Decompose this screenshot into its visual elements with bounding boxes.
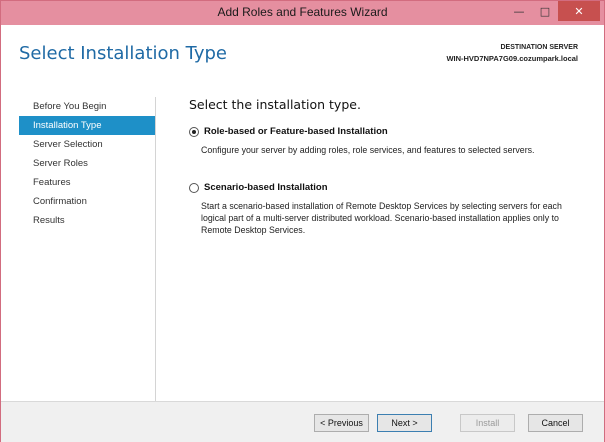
role-based-radio-label[interactable]: Role-based or Feature-based Installation [189, 126, 589, 137]
sidebar-item-server-selection[interactable]: Server Selection [19, 135, 155, 154]
sidebar-item-results[interactable]: Results [19, 211, 155, 230]
scenario-based-radio-label[interactable]: Scenario-based Installation [189, 182, 589, 193]
content-heading: Select the installation type. [189, 97, 361, 112]
wizard-steps-nav: Before You Begin Installation Type Serve… [19, 97, 155, 230]
main-content: Select the installation type. Role-based… [189, 97, 589, 262]
sidebar-item-server-roles[interactable]: Server Roles [19, 154, 155, 173]
option-role-based: Role-based or Feature-based Installation… [189, 126, 589, 156]
wizard-header: Select Installation Type DESTINATION SER… [1, 25, 604, 87]
role-based-radio[interactable] [189, 126, 199, 137]
sidebar-item-before-you-begin[interactable]: Before You Begin [19, 97, 155, 116]
scenario-based-description: Start a scenario-based installation of R… [201, 201, 562, 235]
window-controls: — □ ✕ [506, 1, 600, 21]
scenario-based-radio[interactable] [189, 182, 199, 193]
sidebar-item-installation-type[interactable]: Installation Type [19, 116, 155, 135]
page-title: Select Installation Type [19, 43, 228, 64]
wizard-footer: < Previous Next > Install Cancel [1, 401, 604, 442]
option-scenario-based: Scenario-based Installation Start a scen… [189, 182, 589, 236]
next-button[interactable]: Next > [377, 414, 432, 432]
role-based-label-text: Role-based or Feature-based Installation [204, 126, 388, 137]
previous-button[interactable]: < Previous [314, 414, 369, 432]
close-icon[interactable]: ✕ [558, 1, 600, 21]
install-button: Install [460, 414, 515, 432]
minimize-icon[interactable]: — [506, 1, 532, 21]
maximize-icon[interactable]: □ [532, 1, 558, 21]
sidebar-divider [155, 97, 156, 402]
sidebar-item-features[interactable]: Features [19, 173, 155, 192]
wizard-window: Add Roles and Features Wizard — □ ✕ Sele… [0, 0, 605, 442]
cancel-button[interactable]: Cancel [528, 414, 583, 432]
scenario-based-label-text: Scenario-based Installation [204, 182, 328, 193]
destination-server-label: DESTINATION SERVER [500, 44, 578, 51]
role-based-description: Configure your server by adding roles, r… [201, 145, 535, 155]
destination-server-value: WIN-HVD7NPA7G09.cozumpark.local [446, 54, 578, 63]
title-bar[interactable]: Add Roles and Features Wizard — □ ✕ [1, 1, 604, 25]
sidebar-item-confirmation[interactable]: Confirmation [19, 192, 155, 211]
